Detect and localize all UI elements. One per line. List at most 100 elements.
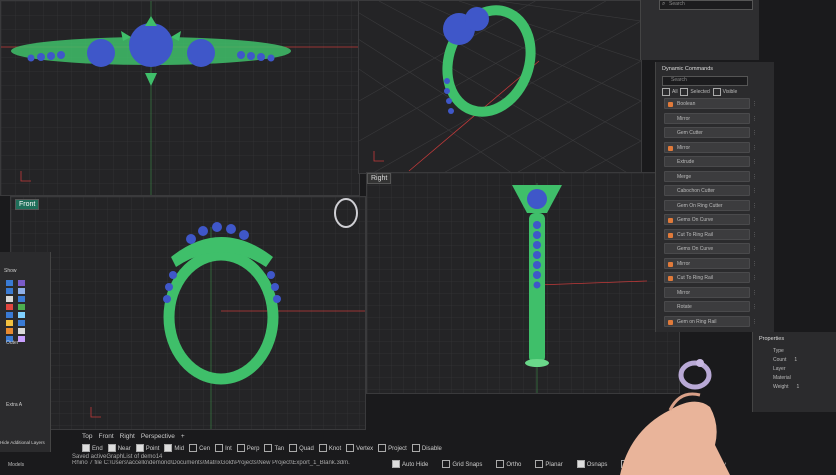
command-item[interactable]: Gems On Curve ⋮ (664, 243, 757, 254)
status-toggle[interactable]: Grid Snaps (442, 460, 482, 468)
more-options-icon[interactable]: ⋮ (752, 128, 757, 139)
layer-color-swatch[interactable] (18, 336, 25, 342)
filter-all[interactable]: All (662, 88, 678, 96)
osnap-toggle[interactable]: Disable (411, 444, 442, 452)
viewport-right-label[interactable]: Right (367, 173, 392, 184)
command-label: Mirror (677, 260, 691, 267)
layer-color-swatch[interactable] (6, 296, 13, 302)
command-item[interactable]: Extrude ⋮ (664, 156, 757, 167)
more-options-icon[interactable]: ⋮ (752, 172, 757, 183)
layer-color-swatch[interactable] (6, 328, 13, 334)
command-item[interactable]: Gem Cutter ⋮ (664, 127, 757, 138)
command-item[interactable]: Boolean ⋮ (664, 98, 757, 109)
command-icon (668, 145, 673, 151)
property-value[interactable]: 1 (796, 384, 799, 390)
layer-color-swatch[interactable] (18, 304, 25, 310)
command-label: Gem On Ring Cutter (677, 202, 723, 209)
layer-color-swatch[interactable] (18, 288, 25, 294)
status-toggle[interactable]: Ortho (496, 460, 522, 468)
more-options-icon[interactable]: ⋮ (752, 244, 757, 255)
more-options-icon[interactable]: ⋮ (752, 288, 757, 299)
command-item[interactable]: Cut To Ring Rail ⋮ (664, 272, 757, 283)
more-options-icon[interactable]: ⋮ (752, 302, 757, 313)
search-input[interactable]: ⌕ Search (659, 0, 753, 10)
command-label: Mirror (677, 144, 691, 151)
osnap-label: Int (225, 445, 232, 452)
viewport-front[interactable]: Front (10, 196, 366, 430)
layer-color-swatch[interactable] (6, 312, 13, 318)
more-options-icon[interactable]: ⋮ (752, 99, 757, 110)
more-options-icon[interactable]: ⋮ (752, 186, 757, 197)
status-label: Ortho (506, 461, 522, 468)
view-tab[interactable]: Top (82, 433, 92, 440)
property-value[interactable]: 1 (794, 357, 797, 363)
osnap-label: Project (388, 445, 407, 452)
filter-visible[interactable]: Visible (712, 88, 737, 96)
command-item[interactable]: Mirror ⋮ (664, 112, 757, 124)
osnap-toggle[interactable]: Knot (318, 444, 341, 452)
more-options-icon[interactable]: ⋮ (752, 259, 757, 270)
view-tab[interactable]: Right (120, 433, 135, 440)
osnap-toggle[interactable]: Perp (236, 444, 259, 452)
more-options-icon[interactable]: ⋮ (752, 273, 757, 284)
command-label: Gems On Curve (677, 246, 714, 252)
osnap-toggle[interactable]: Tan (264, 444, 284, 452)
layer-color-swatch[interactable] (6, 320, 13, 326)
layer-extra-a-label[interactable]: Extra A (6, 402, 22, 408)
layer-color-swatch[interactable] (18, 312, 25, 318)
view-tab[interactable]: + (181, 433, 185, 440)
layer-color-swatch[interactable] (6, 288, 13, 294)
osnap-toggle[interactable]: Vertex (346, 444, 373, 452)
osnap-toggle[interactable]: Quad (289, 444, 314, 452)
viewport-perspective[interactable] (358, 0, 642, 174)
status-toggle[interactable]: Planar (535, 460, 563, 468)
more-options-icon[interactable]: ⋮ (752, 157, 757, 168)
command-item[interactable]: Mirror ⋮ (664, 257, 757, 269)
more-options-icon[interactable]: ⋮ (752, 317, 757, 328)
osnap-toggle[interactable]: End (82, 444, 103, 452)
checkbox-icon (535, 460, 544, 468)
add-layers-button[interactable]: Hide Additional Layers (0, 440, 45, 445)
command-item[interactable]: Mirror ⋮ (664, 141, 757, 153)
layer-color-swatch[interactable] (18, 328, 25, 334)
status-toggle[interactable]: Auto Hide (392, 460, 428, 468)
osnap-toggle[interactable]: Point (135, 444, 159, 452)
layer-color-swatch[interactable] (18, 280, 25, 286)
osnap-toggle[interactable]: Int (215, 444, 232, 452)
more-options-icon[interactable]: ⋮ (752, 230, 757, 241)
more-options-icon[interactable]: ⋮ (752, 143, 757, 154)
layer-outer-label[interactable]: Outer (6, 340, 19, 346)
viewport-front-label[interactable]: Front (15, 199, 40, 210)
view-tab[interactable]: Perspective (141, 433, 175, 440)
layers-show-label[interactable]: Show (4, 268, 17, 274)
layer-color-swatch[interactable] (6, 280, 13, 286)
checkbox-icon (392, 460, 400, 468)
view-tabs: Top Front Right Perspective + (82, 433, 191, 440)
layers-panel: Show Outer Extra A Hide Additional Layer… (0, 252, 51, 452)
more-options-icon[interactable]: ⋮ (752, 201, 757, 212)
filter-selected[interactable]: Selected (680, 88, 710, 96)
commands-search-input[interactable]: Search (662, 76, 748, 86)
view-tab[interactable]: Front (98, 433, 113, 440)
layer-color-swatch[interactable] (18, 320, 25, 326)
command-item[interactable]: Cabochon Cutter ⋮ (664, 185, 757, 196)
more-options-icon[interactable]: ⋮ (752, 114, 757, 125)
command-item[interactable]: Gems On Curve ⋮ (664, 214, 757, 225)
osnap-toggle[interactable]: Near (107, 444, 131, 452)
command-item[interactable]: Gem On Ring Cutter ⋮ (664, 199, 757, 211)
checkbox-icon (442, 460, 451, 468)
viewport-top[interactable] (0, 0, 360, 196)
more-options-icon[interactable]: ⋮ (752, 215, 757, 226)
layer-color-swatch[interactable] (6, 304, 13, 310)
command-item[interactable]: Rotate ⋮ (664, 301, 757, 312)
osnap-toggle[interactable]: Cen (189, 444, 210, 452)
command-item[interactable]: Merge ⋮ (664, 170, 757, 182)
viewport-front-canvas (11, 197, 365, 429)
command-item[interactable]: Gem on Ring Rail ⋮ (664, 315, 757, 327)
osnap-toggle[interactable]: Project (378, 444, 407, 452)
layer-color-swatch[interactable] (18, 296, 25, 302)
checkbox-icon (411, 444, 420, 452)
osnap-toggle[interactable]: Mid (164, 444, 184, 452)
command-item[interactable]: Mirror ⋮ (664, 286, 757, 298)
command-item[interactable]: Cut To Ring Rail ⋮ (664, 228, 757, 240)
